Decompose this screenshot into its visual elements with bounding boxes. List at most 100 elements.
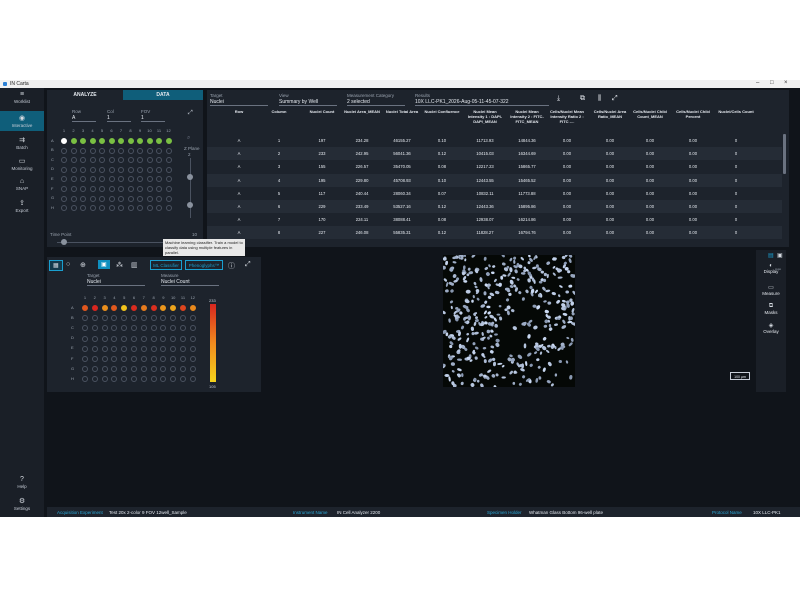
- measure-tool[interactable]: ▭ Measure: [756, 284, 786, 297]
- nav-worklist[interactable]: ≡ Worklist: [0, 91, 44, 107]
- plate-well[interactable]: [165, 157, 172, 164]
- heatmap-well[interactable]: [170, 325, 177, 332]
- plate-well[interactable]: [146, 147, 153, 154]
- table-row[interactable]: A 1 197 234.28 46155.27 0.10 11713.93 14844.36 0…: [207, 134, 782, 147]
- plate-well[interactable]: [137, 138, 143, 144]
- plate-well[interactable]: [137, 195, 143, 202]
- plate-well[interactable]: [61, 166, 67, 173]
- heatmap-well[interactable]: [140, 356, 147, 362]
- heatmap-well[interactable]: [170, 305, 177, 311]
- tab-data[interactable]: DATA: [123, 90, 203, 100]
- plate-well[interactable]: [80, 147, 86, 154]
- plate-well[interactable]: [61, 205, 67, 212]
- plate-well[interactable]: [108, 195, 115, 202]
- plate-well[interactable]: [156, 186, 162, 192]
- bar-chart-icon[interactable]: ▥: [131, 261, 138, 269]
- plate-well[interactable]: [137, 166, 143, 173]
- heatmap-well[interactable]: [160, 315, 167, 322]
- plate-well[interactable]: [70, 195, 77, 202]
- heatmap-well[interactable]: [111, 325, 118, 332]
- table-column-header[interactable]: Nuclei Mean Intensity 1 : DAPI-DAPI_MEAN: [465, 109, 505, 124]
- heatmap-well[interactable]: [170, 366, 177, 373]
- plate-well[interactable]: [61, 186, 67, 192]
- heatmap-well[interactable]: [160, 376, 167, 383]
- plate-well[interactable]: [108, 166, 115, 173]
- heatmap-well[interactable]: [121, 366, 128, 373]
- plate-well[interactable]: [89, 186, 96, 192]
- plate-well[interactable]: [89, 157, 96, 164]
- heatmap-well[interactable]: [140, 305, 147, 311]
- plate-well[interactable]: [165, 138, 172, 144]
- plate-well[interactable]: [127, 195, 134, 202]
- plate-well[interactable]: [80, 186, 86, 192]
- heatmap-well[interactable]: [82, 356, 88, 362]
- heatmap-well[interactable]: [180, 335, 186, 342]
- heatmap-well[interactable]: [180, 325, 186, 332]
- web-icon[interactable]: ⊕: [80, 261, 86, 269]
- plate-well[interactable]: [146, 186, 153, 192]
- table-row[interactable]: A 3 155 226.57 35470.05 0.08 12217.23 15865.77 0…: [207, 160, 782, 174]
- view-select[interactable]: Summary by Well: [279, 99, 337, 106]
- heatmap-well[interactable]: [150, 325, 157, 332]
- heatmap-well[interactable]: [150, 335, 157, 342]
- plate-well[interactable]: [146, 176, 153, 183]
- heatmap-well[interactable]: [111, 366, 118, 373]
- plate-well[interactable]: [108, 176, 115, 183]
- heatmap-well[interactable]: [82, 376, 88, 383]
- ml-classifier-button[interactable]: ML Classifier: [150, 260, 182, 270]
- table-column-header[interactable]: Nuclei Count: [302, 109, 342, 114]
- plate-well[interactable]: [99, 138, 105, 144]
- plate-well[interactable]: [108, 157, 115, 164]
- plate-well[interactable]: [61, 157, 67, 164]
- heatmap-well[interactable]: [101, 366, 108, 373]
- heatmap-well[interactable]: [160, 335, 167, 342]
- heatmap-well[interactable]: [189, 366, 196, 373]
- heatmap-well[interactable]: [170, 315, 177, 322]
- plate-well[interactable]: [80, 195, 86, 202]
- plate-well[interactable]: [146, 166, 153, 173]
- plate-well[interactable]: [89, 195, 96, 202]
- maximize-icon[interactable]: □: [770, 80, 774, 86]
- heatmap-well[interactable]: [121, 345, 128, 352]
- zplane-slider-handle-2[interactable]: [187, 202, 193, 208]
- heatmap-well[interactable]: [111, 315, 118, 322]
- plate-well[interactable]: [127, 186, 134, 192]
- plate-well[interactable]: [70, 166, 77, 173]
- plate-well[interactable]: [156, 195, 162, 202]
- plate-well[interactable]: [118, 205, 124, 212]
- plate-well[interactable]: [127, 138, 134, 144]
- heatmap-well[interactable]: [91, 335, 98, 342]
- plate-well[interactable]: [61, 138, 67, 144]
- scatter-icon[interactable]: ⁂: [116, 261, 123, 269]
- copy-icon[interactable]: ⧉: [580, 95, 585, 103]
- table-column-header[interactable]: Cells/Nuclei Child Percent: [673, 109, 713, 119]
- heatmap-well[interactable]: [180, 366, 186, 373]
- heatmap-well[interactable]: [150, 366, 157, 373]
- fullscreen-icon[interactable]: ⤢: [612, 95, 618, 103]
- heatmap-well[interactable]: [91, 356, 98, 362]
- masks-tool[interactable]: ⧉ Masks: [756, 303, 786, 316]
- heatmap-well[interactable]: [131, 356, 137, 362]
- plate-well[interactable]: [118, 186, 124, 192]
- heatmap-well[interactable]: [82, 325, 88, 332]
- heatmap-well[interactable]: [82, 305, 88, 311]
- heatmap-well[interactable]: [82, 366, 88, 373]
- nav-interactive[interactable]: ◉ Interactive: [0, 111, 44, 131]
- plate-well[interactable]: [108, 147, 115, 154]
- plate-well[interactable]: [99, 195, 105, 202]
- plate-well[interactable]: [108, 186, 115, 192]
- zoom-icon[interactable]: ⌕: [187, 135, 190, 142]
- heatmap-well[interactable]: [160, 305, 167, 311]
- heatmap-well[interactable]: [180, 376, 186, 383]
- table-row[interactable]: A 4 195 229.80 45708.93 0.10 12443.55 15465.52 0…: [207, 173, 782, 187]
- plate-well[interactable]: [165, 205, 172, 212]
- nav-batch[interactable]: ⇉ Batch: [0, 136, 44, 152]
- plate-well[interactable]: [80, 166, 86, 173]
- plate-well[interactable]: [108, 138, 115, 144]
- plate-well[interactable]: [156, 147, 162, 154]
- plate-well[interactable]: [89, 166, 96, 173]
- heatmap-well[interactable]: [82, 315, 88, 322]
- tab-analyze[interactable]: ANALYZE: [47, 90, 123, 100]
- heatmap-well[interactable]: [111, 356, 118, 362]
- plate-well[interactable]: [61, 176, 67, 183]
